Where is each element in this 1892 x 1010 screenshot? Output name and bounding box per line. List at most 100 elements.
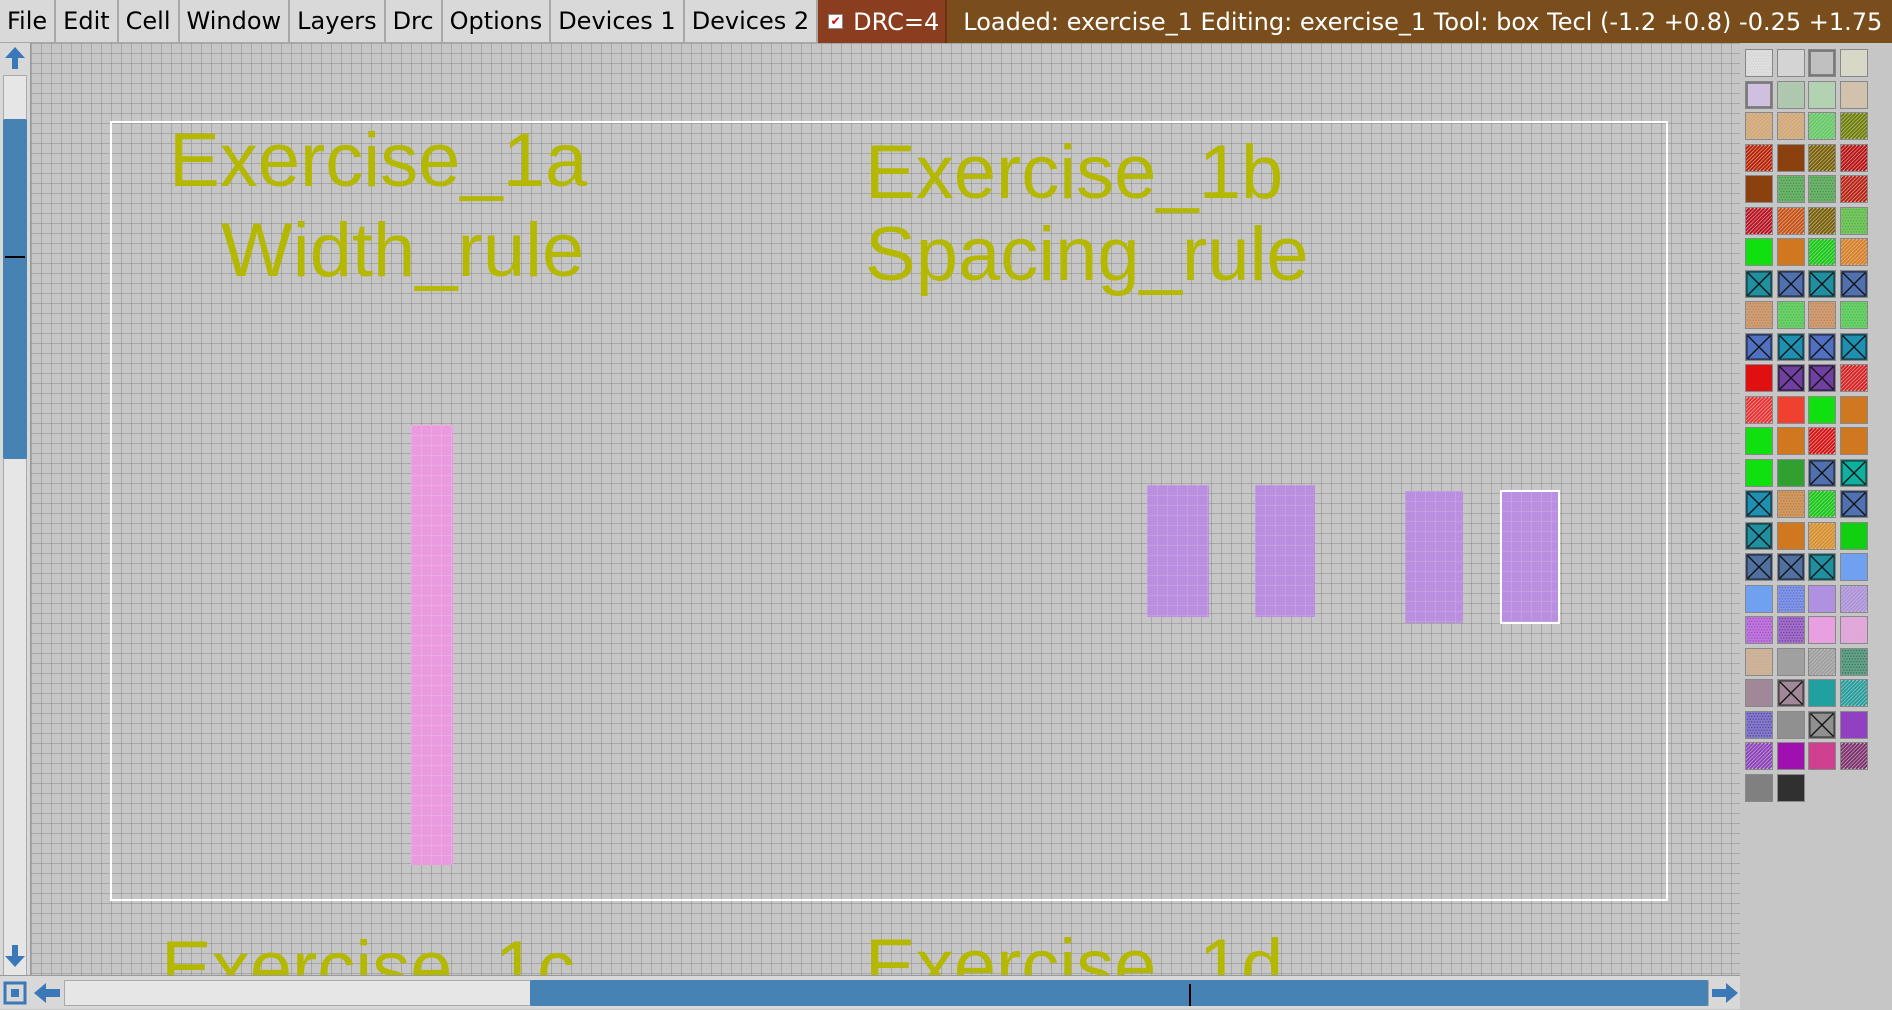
layer-swatch[interactable] [1839, 112, 1868, 140]
layer-swatch[interactable] [1808, 521, 1836, 550]
layer-swatch[interactable] [1745, 458, 1773, 487]
layer-swatch[interactable] [1745, 616, 1773, 644]
layer-swatch[interactable] [1776, 647, 1805, 676]
layer-swatch[interactable] [1839, 80, 1868, 109]
vertical-scrollbar[interactable] [0, 43, 31, 980]
layer-swatch[interactable] [1808, 49, 1836, 77]
layer-swatch[interactable] [1839, 584, 1868, 613]
layer-swatch[interactable] [1745, 238, 1773, 266]
layer-swatch[interactable] [1745, 332, 1773, 361]
vertical-scroll-thumb[interactable] [3, 119, 27, 459]
layer-swatch[interactable] [1745, 80, 1773, 109]
layer-swatch[interactable] [1808, 584, 1836, 613]
layer-swatch[interactable] [1839, 332, 1868, 361]
layer-swatch[interactable] [1839, 395, 1868, 424]
layer-swatch[interactable] [1776, 710, 1805, 739]
layer-swatch[interactable] [1839, 742, 1868, 770]
layer-swatch[interactable] [1808, 238, 1836, 266]
layer-swatch[interactable] [1745, 553, 1773, 581]
layer-swatch[interactable] [1745, 584, 1773, 613]
layer-swatch[interactable] [1745, 521, 1773, 550]
layer-swatch[interactable] [1808, 332, 1836, 361]
layer-swatch[interactable] [1839, 553, 1868, 581]
layer-swatch[interactable] [1776, 49, 1805, 77]
layer-swatch[interactable] [1776, 175, 1805, 203]
layer-swatch[interactable] [1839, 427, 1868, 455]
menu-options[interactable]: Options [442, 0, 552, 43]
layer-swatch[interactable] [1776, 584, 1805, 613]
layer-swatch[interactable] [1776, 238, 1805, 266]
layer-swatch[interactable] [1776, 332, 1805, 361]
menu-drc[interactable]: Drc [385, 0, 443, 43]
layer-swatch[interactable] [1808, 364, 1836, 392]
layer-swatch[interactable] [1839, 269, 1868, 298]
layer-swatch[interactable] [1745, 427, 1773, 455]
zoom-fit-icon[interactable] [2, 980, 28, 1006]
menu-layers[interactable]: Layers [290, 0, 386, 43]
layer-swatch[interactable] [1839, 143, 1868, 172]
layer-swatch[interactable] [1745, 773, 1773, 802]
layer-swatch[interactable] [1745, 112, 1773, 140]
layer-swatch[interactable] [1745, 143, 1773, 172]
layer-swatch[interactable] [1808, 616, 1836, 644]
layer-swatch[interactable] [1808, 553, 1836, 581]
layer-swatch[interactable] [1776, 616, 1805, 644]
layer-swatch[interactable] [1776, 427, 1805, 455]
layer-swatch[interactable] [1839, 175, 1868, 203]
layer-swatch[interactable] [1776, 143, 1805, 172]
layout-shape-width-bar[interactable] [411, 425, 453, 865]
layer-swatch[interactable] [1808, 112, 1836, 140]
drc-checkbox-icon[interactable]: ✔ [828, 14, 844, 29]
layer-swatch[interactable] [1839, 679, 1868, 707]
layer-swatch[interactable] [1776, 458, 1805, 487]
layer-swatch[interactable] [1776, 742, 1805, 770]
layer-swatch[interactable] [1776, 80, 1805, 109]
layer-swatch[interactable] [1839, 490, 1868, 518]
layer-swatch[interactable] [1839, 710, 1868, 739]
layer-swatch[interactable] [1839, 616, 1868, 644]
layer-swatch[interactable] [1808, 80, 1836, 109]
layer-swatch[interactable] [1745, 206, 1773, 235]
layer-swatch[interactable] [1808, 175, 1836, 203]
menu-edit[interactable]: Edit [56, 0, 119, 43]
layer-swatch[interactable] [1839, 521, 1868, 550]
layer-swatch[interactable] [1839, 647, 1868, 676]
layer-swatch[interactable] [1839, 364, 1868, 392]
layer-swatch[interactable] [1745, 49, 1773, 77]
layer-swatch[interactable] [1808, 710, 1836, 739]
layer-swatch[interactable] [1776, 773, 1805, 802]
menu-file[interactable]: File [0, 0, 57, 43]
layer-swatch[interactable] [1776, 553, 1805, 581]
layer-swatch[interactable] [1808, 206, 1836, 235]
drc-toggle[interactable]: ✔ DRC=4 [818, 0, 948, 43]
layer-swatch[interactable] [1808, 143, 1836, 172]
menu-cell[interactable]: Cell [118, 0, 180, 43]
scroll-left-arrow-icon[interactable] [32, 980, 62, 1006]
layer-swatch[interactable] [1808, 395, 1836, 424]
layout-canvas[interactable]: Exercise_1a Width_rule Exercise_1b Spaci… [31, 43, 1740, 975]
scroll-right-arrow-icon[interactable] [1710, 980, 1740, 1006]
layer-swatch[interactable] [1839, 458, 1868, 487]
layer-swatch[interactable] [1745, 269, 1773, 298]
menu-devices-2[interactable]: Devices 2 [684, 0, 819, 43]
layer-swatch[interactable] [1745, 175, 1773, 203]
layer-swatch[interactable] [1839, 238, 1868, 266]
layer-swatch[interactable] [1776, 112, 1805, 140]
layer-swatch[interactable] [1745, 679, 1773, 707]
layer-swatch[interactable] [1776, 206, 1805, 235]
layer-swatch[interactable] [1776, 679, 1805, 707]
layout-shape-spacing-2[interactable] [1255, 485, 1315, 617]
layer-swatch[interactable] [1745, 301, 1773, 329]
layer-swatch[interactable] [1745, 364, 1773, 392]
scroll-up-arrow-icon[interactable] [3, 45, 27, 71]
layer-swatch[interactable] [1839, 301, 1868, 329]
layer-swatch[interactable] [1808, 679, 1836, 707]
layer-swatch[interactable] [1808, 269, 1836, 298]
layer-swatch[interactable] [1839, 206, 1868, 235]
layer-swatch[interactable] [1776, 395, 1805, 424]
layer-swatch[interactable] [1745, 710, 1773, 739]
layer-swatch[interactable] [1808, 490, 1836, 518]
layer-swatch[interactable] [1808, 742, 1836, 770]
layer-swatch[interactable] [1776, 301, 1805, 329]
layer-swatch[interactable] [1776, 490, 1805, 518]
